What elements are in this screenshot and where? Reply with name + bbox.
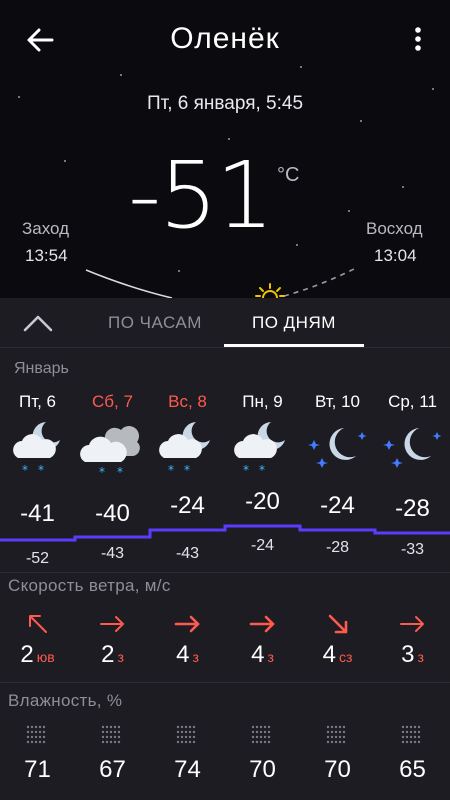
tab-hours[interactable]: ПО ЧАСАМ (108, 313, 202, 333)
arrow-down-right-icon (328, 614, 348, 634)
wind-direction: юв (36, 649, 55, 665)
tab-days[interactable]: ПО ДНЯМ (252, 313, 336, 333)
high-temperature: -40 (95, 500, 130, 527)
day-name: Вт, 10 (314, 392, 361, 411)
day-name: Пт, 6 (18, 392, 57, 411)
wind-speed: 4 (176, 641, 190, 668)
moon-stars-icon (308, 428, 367, 468)
high-temperature: -20 (245, 488, 280, 515)
sun-icon (255, 283, 285, 298)
sun-path-arc (85, 267, 357, 298)
wind-value: 4 сз (300, 641, 375, 669)
humidity-section-title: Влажность, % (8, 691, 123, 710)
wind-direction: сз (338, 649, 353, 665)
cloudy-snow-icon: * * (80, 426, 140, 479)
day-column[interactable]: Вс, 8 (150, 392, 225, 412)
arrow-up-left-icon (29, 615, 47, 633)
collapse-button[interactable] (20, 310, 56, 336)
day-column[interactable]: Сб, 7 (75, 392, 150, 412)
wind-direction: з (267, 649, 274, 665)
svg-text:*: * (38, 463, 44, 477)
wind-direction: з (192, 649, 199, 665)
day-name: Ср, 11 (388, 392, 437, 411)
cloud-moon-snow-icon: * * (234, 422, 285, 477)
humidity-dots-icon (401, 725, 421, 744)
wind-value: 2з (75, 641, 150, 669)
sky-header: Оленёк Пт, 6 января, 5:45 -51 °C Заход 1… (0, 0, 450, 298)
humidity-dots-icon (326, 725, 346, 744)
day-name: Пн, 9 (242, 392, 283, 411)
humidity-dots-icon (251, 725, 271, 744)
wind-value: 4з (150, 641, 225, 669)
humidity-value: 71 (24, 756, 51, 783)
day-column[interactable]: Пн, 9 (225, 392, 300, 412)
arrow-right-icon (174, 615, 200, 633)
wind-speed: 2 (101, 641, 115, 668)
low-temperature: -43 (175, 545, 200, 562)
day-column[interactable]: Вт, 10 (300, 392, 375, 412)
wind-speed: 4 (251, 641, 265, 668)
svg-text:*: * (22, 463, 28, 477)
chevron-up-icon (23, 315, 53, 332)
svg-text:*: * (117, 465, 123, 479)
arrow-right-icon (100, 616, 125, 632)
svg-text:*: * (168, 463, 174, 477)
humidity-dots-icon (176, 725, 196, 744)
high-temperature: -24 (320, 492, 355, 519)
arrow-right-icon (400, 616, 425, 632)
cloud-moon-snow-icon: * * (159, 422, 210, 477)
cloud-moon-snow-icon: * * (13, 422, 60, 477)
low-temperature: -24 (250, 537, 275, 554)
humidity-value: 70 (249, 756, 276, 783)
humidity-value: 74 (174, 756, 201, 783)
wind-speed: 3 (401, 641, 415, 668)
wind-speed: 2 (20, 641, 34, 668)
wind-direction: з (117, 649, 124, 665)
tab-bar: ПО ЧАСАМ ПО ДНЯМ (0, 298, 450, 348)
divider (0, 682, 450, 683)
day-column[interactable]: Пт, 6 (0, 392, 75, 412)
moon-stars-icon (383, 428, 442, 468)
low-temperature: -33 (400, 541, 425, 558)
wind-value: 2 юв (0, 641, 75, 669)
high-temperature: -24 (170, 492, 205, 519)
high-temperature: -41 (20, 500, 55, 527)
low-temperature: -52 (25, 550, 50, 567)
day-column[interactable]: Ср, 11 (375, 392, 450, 412)
humidity-dots-icon (26, 725, 46, 744)
humidity-value: 65 (399, 756, 426, 783)
high-temperature: -28 (395, 495, 430, 522)
wind-speed: 4 (322, 641, 336, 668)
day-name: Сб, 7 (92, 392, 133, 411)
svg-text:*: * (259, 463, 265, 477)
humidity-dots-icon (101, 725, 121, 744)
day-name: Вс, 8 (168, 392, 207, 411)
svg-text:*: * (99, 465, 105, 479)
arrow-right-icon (249, 615, 275, 633)
humidity-value: 70 (324, 756, 351, 783)
wind-value: 3з (375, 641, 450, 669)
svg-text:*: * (243, 463, 249, 477)
humidity-value: 67 (99, 756, 126, 783)
wind-section-title: Скорость ветра, м/с (8, 576, 171, 595)
wind-direction: з (417, 649, 424, 665)
month-label: Январь (14, 360, 69, 377)
low-temperature: -43 (100, 545, 125, 562)
wind-value: 4з (225, 641, 300, 669)
divider (0, 572, 450, 573)
svg-text:*: * (184, 463, 190, 477)
low-temperature: -28 (325, 539, 350, 556)
active-tab-indicator (224, 344, 364, 347)
